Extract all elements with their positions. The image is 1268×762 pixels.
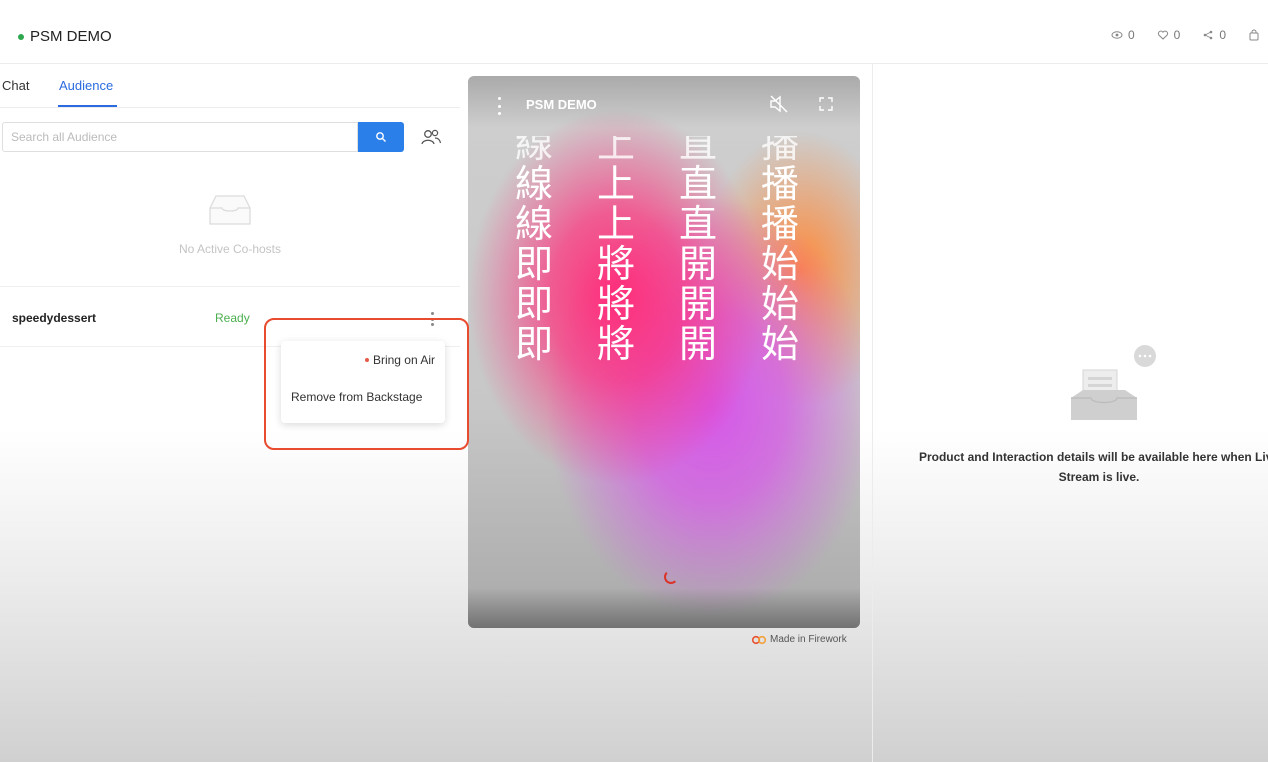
empty-cohosts-label: No Active Co-hosts bbox=[178, 242, 282, 256]
live-indicator-icon bbox=[18, 33, 24, 40]
likes-count: 0 bbox=[1173, 28, 1181, 42]
views-stat: 0 bbox=[1111, 28, 1135, 42]
audience-search bbox=[2, 122, 404, 152]
cjk-char: 將 bbox=[596, 242, 635, 286]
shares-stat: 0 bbox=[1202, 28, 1226, 42]
cjk-char: 上 bbox=[596, 162, 635, 206]
dot-icon bbox=[430, 312, 434, 315]
speaker-muted-icon bbox=[770, 95, 788, 113]
cjk-char: 始 bbox=[760, 282, 799, 326]
cjk-char: 播 bbox=[760, 202, 799, 246]
dot-icon bbox=[430, 323, 434, 326]
video-preview[interactable]: PSM DEMO 線 線 線 即 即 即 上 上 上 將 將 將 直 直 直 開… bbox=[468, 76, 860, 628]
text-column: 上 上 上 將 將 將 bbox=[596, 124, 636, 364]
eye-icon bbox=[1111, 31, 1123, 39]
shares-count: 0 bbox=[1219, 28, 1226, 42]
cjk-char: 上 bbox=[596, 202, 635, 246]
video-overlay-text: 線 線 線 即 即 即 上 上 上 將 將 將 直 直 直 開 開 開 播 播 … bbox=[514, 124, 800, 364]
fullscreen-icon bbox=[819, 97, 833, 111]
products-stat bbox=[1248, 29, 1260, 41]
bag-icon bbox=[1249, 29, 1259, 41]
cjk-char: 線 bbox=[514, 162, 553, 206]
invite-cohost-button[interactable] bbox=[418, 122, 444, 152]
active-tab-indicator bbox=[58, 105, 117, 107]
cjk-char: 播 bbox=[760, 122, 799, 166]
cjk-char: 直 bbox=[678, 122, 717, 166]
cjk-char: 開 bbox=[678, 322, 717, 366]
dot-icon bbox=[430, 317, 434, 321]
more-options-button[interactable] bbox=[426, 309, 438, 329]
tab-audience[interactable]: Audience bbox=[59, 78, 113, 93]
cjk-char: 開 bbox=[678, 282, 717, 326]
cjk-char: 開 bbox=[678, 242, 717, 286]
cjk-char: 即 bbox=[514, 242, 553, 286]
made-in-firework[interactable]: Made in Firework bbox=[751, 634, 847, 645]
top-bar: PSM DEMO 0 0 0 bbox=[0, 0, 1268, 64]
heart-icon bbox=[1157, 30, 1168, 40]
loading-spinner-icon bbox=[664, 570, 678, 584]
mute-button[interactable] bbox=[768, 94, 790, 119]
bring-on-air-option[interactable]: Bring on Air bbox=[364, 353, 435, 367]
firework-logo-icon bbox=[751, 635, 767, 644]
dot-icon bbox=[498, 112, 501, 115]
text-column: 直 直 直 開 開 開 bbox=[678, 124, 718, 364]
views-count: 0 bbox=[1127, 28, 1135, 42]
video-title: PSM DEMO bbox=[526, 97, 597, 112]
video-menu-button[interactable] bbox=[498, 97, 502, 115]
video-bottom-bar bbox=[468, 588, 860, 628]
product-empty-message: Product and Interaction details will be … bbox=[918, 450, 1268, 484]
empty-inbox-icon bbox=[209, 195, 251, 225]
cjk-char: 將 bbox=[596, 322, 635, 366]
cjk-char: 上 bbox=[596, 122, 635, 166]
likes-stat: 0 bbox=[1157, 28, 1181, 42]
dot-icon bbox=[364, 358, 369, 362]
cjk-char: 直 bbox=[678, 162, 717, 206]
brand-label: PSM DEMO bbox=[30, 28, 112, 45]
bring-on-air-label: Bring on Air bbox=[372, 353, 435, 367]
share-icon bbox=[1204, 30, 1213, 40]
empty-product-illustration bbox=[1061, 342, 1161, 437]
cjk-char: 始 bbox=[760, 322, 799, 366]
status-badge: Ready bbox=[215, 311, 250, 325]
search-input[interactable] bbox=[2, 122, 358, 152]
cjk-char: 即 bbox=[514, 322, 553, 366]
cjk-char: 線 bbox=[514, 122, 553, 166]
tab-chat[interactable]: Chat bbox=[2, 78, 29, 93]
text-column: 播 播 播 始 始 始 bbox=[760, 124, 800, 364]
remove-from-backstage-option[interactable]: Remove from Backstage bbox=[291, 390, 422, 404]
search-button[interactable] bbox=[358, 122, 404, 152]
product-panel: Product and Interaction details will be … bbox=[872, 64, 1268, 762]
dot-icon bbox=[498, 97, 501, 100]
audience-row: speedydessert Ready bbox=[0, 287, 460, 347]
fullscreen-button[interactable] bbox=[818, 96, 834, 117]
search-icon bbox=[376, 132, 386, 142]
users-icon bbox=[421, 129, 442, 145]
empty-box-icon bbox=[1071, 345, 1156, 420]
audience-name: speedydessert bbox=[12, 311, 97, 325]
cjk-char: 直 bbox=[678, 202, 717, 246]
cjk-char: 始 bbox=[760, 242, 799, 286]
stream-stats: 0 0 0 bbox=[1111, 28, 1260, 42]
dot-icon bbox=[498, 104, 501, 108]
cjk-char: 將 bbox=[596, 282, 635, 326]
audience-context-menu: Bring on Air Remove from Backstage bbox=[281, 341, 445, 423]
panel-tabs: Chat Audience bbox=[0, 64, 460, 108]
cjk-char: 即 bbox=[514, 282, 553, 326]
made-in-label: Made in Firework bbox=[770, 634, 847, 645]
stream-title: PSM DEMO bbox=[18, 28, 112, 45]
text-column: 線 線 線 即 即 即 bbox=[514, 124, 554, 364]
cjk-char: 播 bbox=[760, 162, 799, 206]
cjk-char: 線 bbox=[514, 202, 553, 246]
empty-cohosts: No Active Co-hosts bbox=[0, 190, 460, 256]
